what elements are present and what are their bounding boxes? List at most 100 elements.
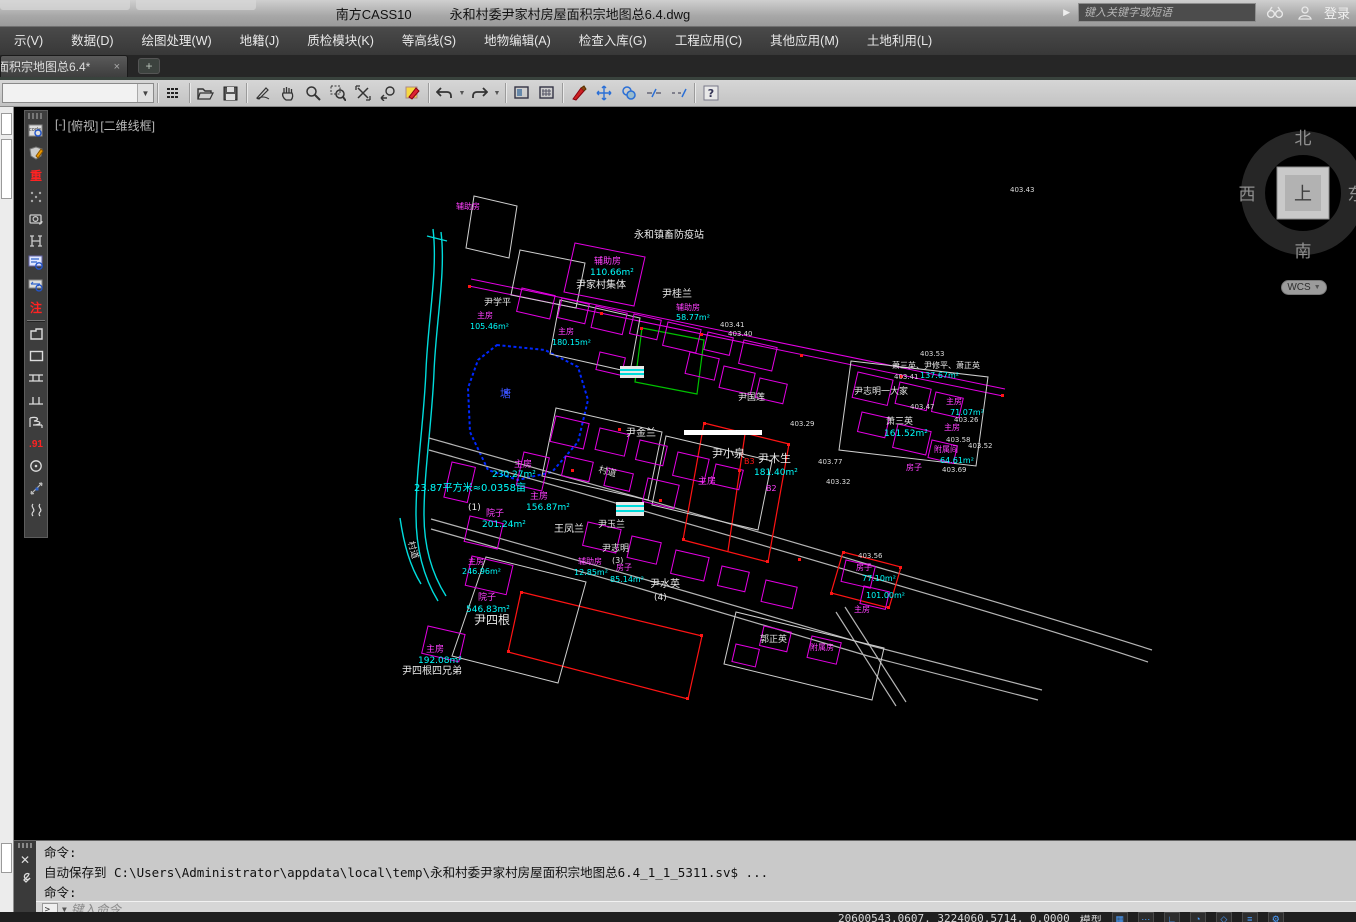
menu-land-use[interactable]: 土地利用(L) <box>853 27 946 55</box>
map-label: 403.56 <box>858 552 883 560</box>
help-search-input[interactable] <box>1078 3 1256 22</box>
zoom-window-button[interactable] <box>325 81 350 105</box>
osnap-toggle-icon[interactable]: ◇ <box>1216 912 1232 922</box>
layout-monitor-button[interactable] <box>509 81 534 105</box>
docked-panel-button[interactable] <box>1 843 12 873</box>
active-document-tab[interactable]: 面积宗地图总6.4* × <box>0 55 128 77</box>
expand-arrow-icon[interactable]: ▶ <box>1063 7 1070 18</box>
drawing-canvas[interactable]: 永和镇畜防疫站辅助房110.66m²尹家村集体尹桂兰辅助房58.77m²尹学平主… <box>14 107 1356 840</box>
close-icon[interactable]: ✕ <box>20 854 30 866</box>
pan-button[interactable] <box>275 81 300 105</box>
circle-dot-button[interactable] <box>26 456 46 476</box>
red-brush-button[interactable] <box>566 81 591 105</box>
palette-item-zhu[interactable]: 注 <box>26 297 46 317</box>
breakline-button[interactable] <box>641 81 666 105</box>
menu-data[interactable]: 数据(D) <box>57 27 127 55</box>
user-icon[interactable] <box>1294 4 1316 22</box>
viewport-visual-style-control[interactable]: [二维线框] <box>100 117 155 134</box>
redo-button[interactable] <box>467 81 492 105</box>
menu-qc-module[interactable]: 质检模块(K) <box>293 27 388 55</box>
lineweight-toggle-icon[interactable]: ≡ <box>1242 912 1258 922</box>
map-label: 房子 <box>856 562 872 572</box>
new-tab-button[interactable]: + <box>138 58 160 74</box>
menu-check-import[interactable]: 检查入库(G) <box>565 27 661 55</box>
range-select-icon <box>28 277 44 293</box>
measure-arrow-button[interactable] <box>26 478 46 498</box>
redline-button[interactable] <box>400 81 425 105</box>
code-search-button[interactable]: code <box>26 121 46 141</box>
palette-item-zhong[interactable]: 重 <box>26 165 46 185</box>
docked-panel-button[interactable] <box>1 113 12 135</box>
dots-button[interactable] <box>26 187 46 207</box>
polygon-button[interactable] <box>26 324 46 344</box>
palette-item-num[interactable]: .91 <box>26 434 46 454</box>
selected-line[interactable] <box>684 430 762 435</box>
menu-other-apps[interactable]: 其他应用(M) <box>756 27 853 55</box>
viewport-view-control[interactable]: [俯视] <box>68 117 99 134</box>
login-button[interactable]: 登录 <box>1324 3 1350 22</box>
bed-button[interactable] <box>26 412 46 432</box>
chevron-down-icon[interactable]: ▼ <box>137 84 153 102</box>
dock-grip[interactable] <box>18 843 32 848</box>
menu-cadastre[interactable]: 地籍(J) <box>226 27 294 55</box>
compass-west[interactable]: 西 <box>1239 185 1256 205</box>
wave-button[interactable] <box>26 500 46 520</box>
map-label: 403.58 <box>946 436 971 444</box>
move-cross-button[interactable] <box>591 81 616 105</box>
undo-icon <box>436 86 453 100</box>
menu-draw-process[interactable]: 绘图处理(W) <box>128 27 226 55</box>
compass-south[interactable]: 南 <box>1295 242 1312 262</box>
model-tab[interactable]: 模型 <box>1080 912 1102 922</box>
save-button[interactable] <box>218 81 243 105</box>
ortho-toggle-icon[interactable]: ∟ <box>1164 912 1180 922</box>
verify-pencil-button[interactable] <box>26 143 46 163</box>
stream-line <box>427 236 447 241</box>
code-select-button[interactable] <box>26 253 46 273</box>
grid-monitor-button[interactable] <box>534 81 559 105</box>
open-button[interactable] <box>193 81 218 105</box>
palette-grip[interactable] <box>28 113 44 119</box>
help-button[interactable]: ? <box>698 81 723 105</box>
range-select-button[interactable] <box>26 275 46 295</box>
map-label: 主房 <box>426 643 444 655</box>
rectangle-button[interactable] <box>26 346 46 366</box>
docked-panel-button[interactable] <box>1 139 12 199</box>
undo-button[interactable] <box>432 81 457 105</box>
binoculars-search-icon[interactable] <box>1264 4 1286 22</box>
workspace-gear-icon[interactable]: ⚙ <box>1268 912 1284 922</box>
view-cube[interactable]: 北 西 南 东 上 <box>1239 129 1356 262</box>
copy-circles-button[interactable] <box>616 81 641 105</box>
pencil-slope-button[interactable] <box>250 81 275 105</box>
compass-east[interactable]: 东 <box>1348 185 1356 205</box>
redo-dropdown-icon[interactable]: ▼ <box>492 81 502 105</box>
polar-toggle-icon[interactable]: ◔ <box>1190 912 1206 922</box>
zoom-previous-button[interactable] <box>375 81 400 105</box>
menu-contour[interactable]: 等高线(S) <box>388 27 470 55</box>
pillar-button[interactable] <box>26 390 46 410</box>
menu-feature-edit[interactable]: 地物编辑(A) <box>470 27 565 55</box>
command-history[interactable]: 命令: 自动保存到 C:\Users\Administrator\appdata… <box>36 841 1356 912</box>
menu-engineering[interactable]: 工程应用(C) <box>661 27 756 55</box>
viewport-menu-toggle[interactable]: [-] <box>55 117 66 134</box>
wrench-icon[interactable] <box>19 872 31 886</box>
fence-button[interactable] <box>26 231 46 251</box>
zoom-extents-button[interactable] <box>350 81 375 105</box>
grid-toggle-icon[interactable]: ▦ <box>1112 912 1128 922</box>
wcs-badge[interactable]: WCS ▼ <box>1281 280 1327 295</box>
dots-icon <box>29 190 43 204</box>
menu-display[interactable]: 示(V) <box>0 27 57 55</box>
bed-icon <box>28 416 44 429</box>
zoom-button[interactable] <box>300 81 325 105</box>
double-line-button[interactable] <box>26 368 46 388</box>
layer-combobox[interactable]: ▼ <box>2 83 154 103</box>
map-label: 主房 <box>558 326 574 336</box>
compass-north[interactable]: 北 <box>1295 129 1312 149</box>
map-drawing: 永和镇畜防疫站辅助房110.66m²尹家村集体尹桂兰辅助房58.77m²尹学平主… <box>14 107 1356 840</box>
snap-toggle-icon[interactable]: ⋯ <box>1138 912 1154 922</box>
layout-monitor-icon <box>514 85 530 101</box>
tab-close-icon[interactable]: × <box>111 61 123 73</box>
breakline2-button[interactable] <box>666 81 691 105</box>
undo-dropdown-icon[interactable]: ▼ <box>457 81 467 105</box>
dashed-layers-button[interactable] <box>161 81 186 105</box>
camera-rotate-button[interactable] <box>26 209 46 229</box>
